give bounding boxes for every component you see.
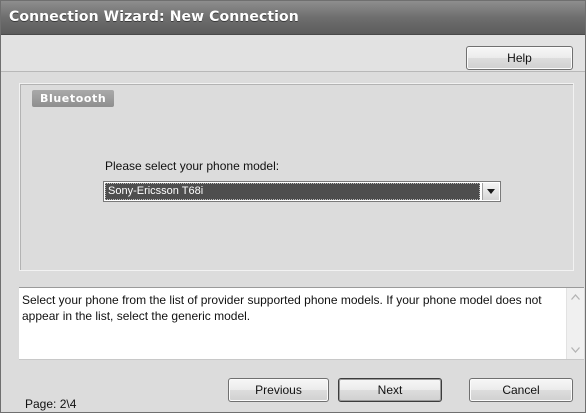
- phone-model-selected-value[interactable]: Sony-Ericsson T68i: [105, 183, 480, 200]
- connection-panel: Bluetooth: [19, 83, 574, 271]
- help-button[interactable]: Help: [466, 46, 573, 70]
- title-bar[interactable]: Connection Wizard: New Connection: [1, 1, 585, 35]
- scroll-up-button[interactable]: [567, 289, 584, 305]
- description-box[interactable]: Select your phone from the list of provi…: [19, 287, 584, 360]
- previous-button[interactable]: Previous: [228, 378, 329, 402]
- description-text: Select your phone from the list of provi…: [22, 293, 542, 323]
- wizard-window: Connection Wizard: New Connection Help B…: [0, 0, 586, 413]
- dropdown-button[interactable]: [482, 183, 499, 200]
- section-tab-bluetooth: Bluetooth: [32, 90, 115, 107]
- scroll-down-button[interactable]: [567, 342, 584, 358]
- next-button[interactable]: Next: [338, 378, 442, 402]
- cancel-button[interactable]: Cancel: [469, 378, 573, 402]
- phone-model-label: Please select your phone model:: [105, 159, 280, 173]
- phone-model-select[interactable]: Sony-Ericsson T68i: [103, 181, 501, 202]
- window-title: Connection Wizard: New Connection: [9, 9, 299, 25]
- description-scrollbar[interactable]: [566, 288, 584, 359]
- page-indicator: Page: 2\4: [25, 397, 77, 411]
